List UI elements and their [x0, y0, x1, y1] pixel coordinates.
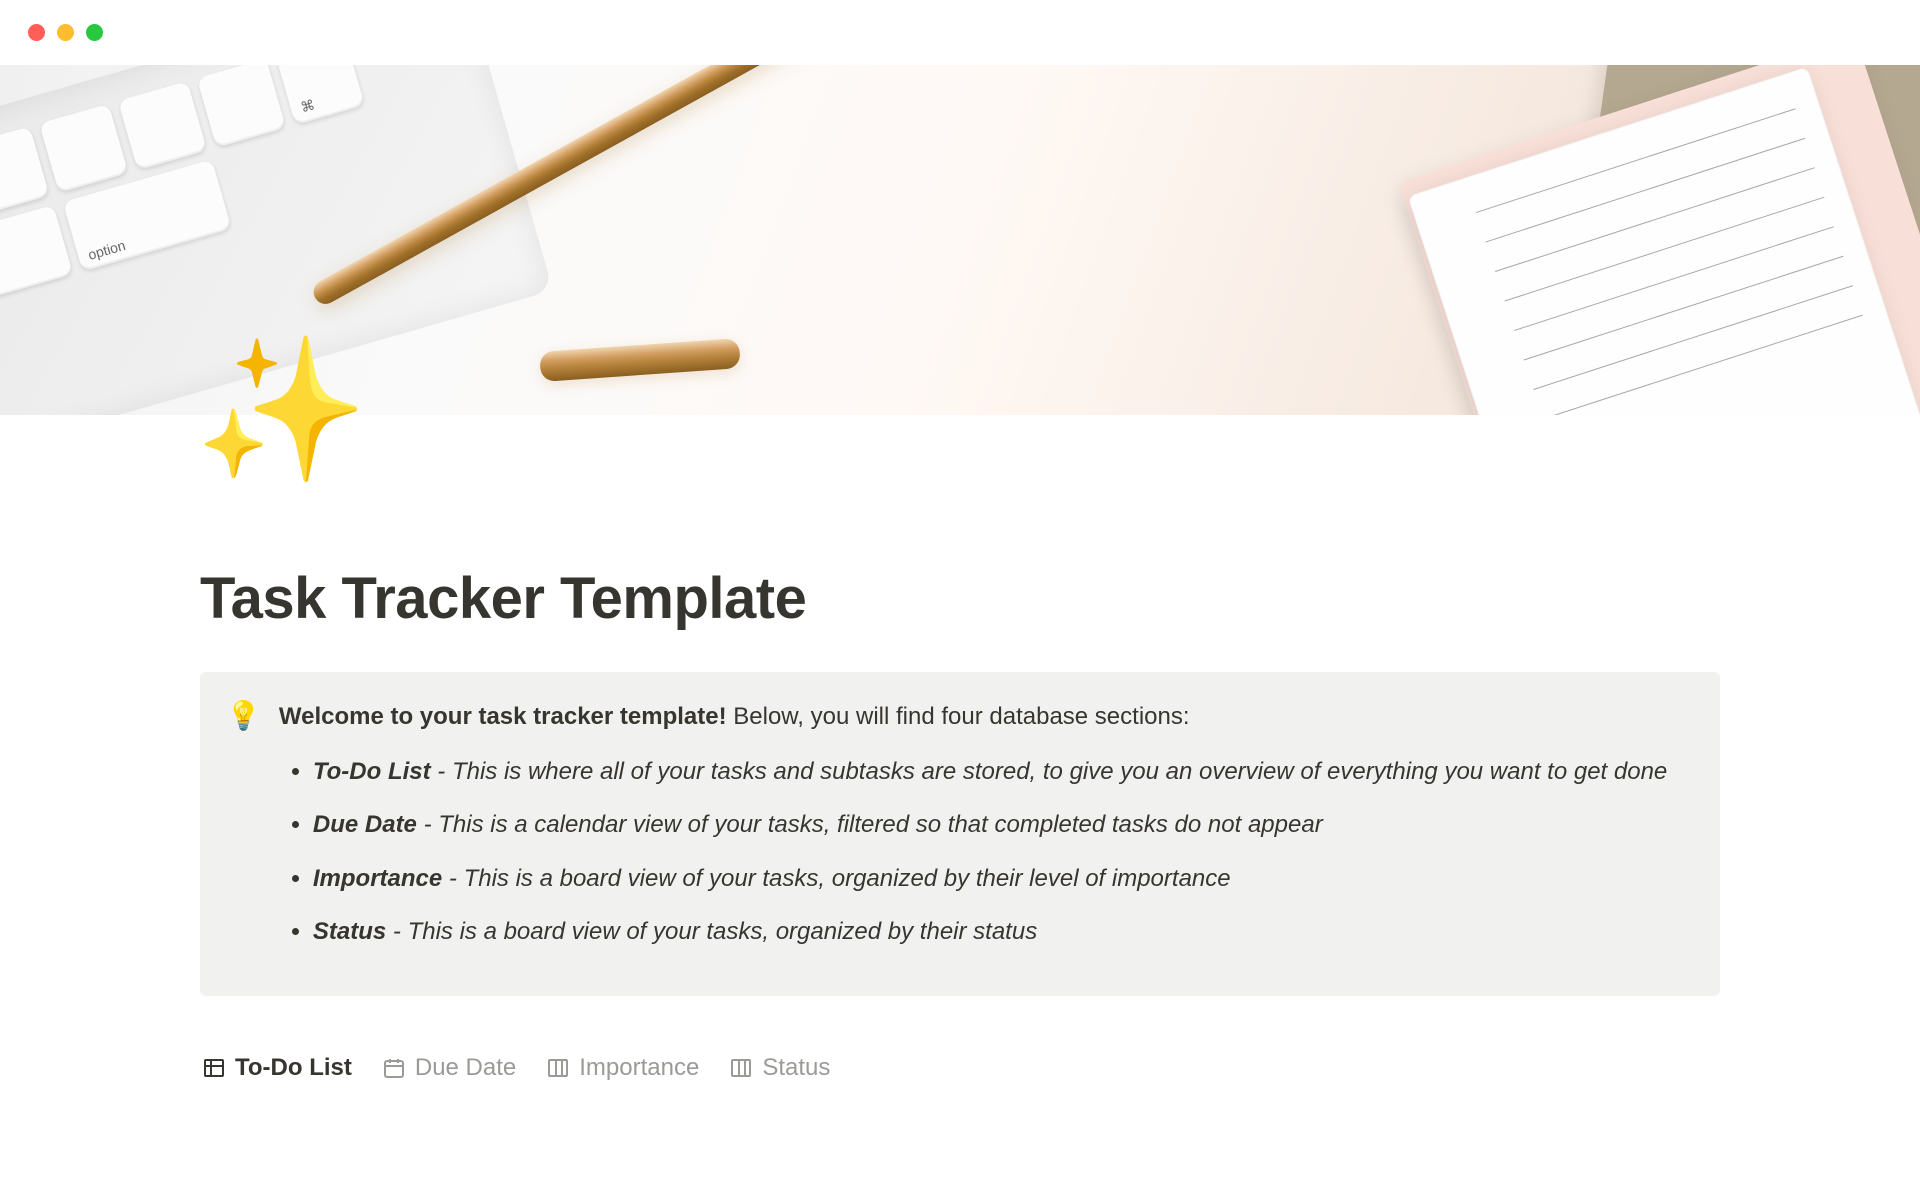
close-window-button[interactable] [28, 24, 45, 41]
welcome-callout: 💡 Welcome to your task tracker template!… [200, 672, 1720, 996]
tab-label: Status [762, 1054, 830, 1082]
tab-status[interactable]: Status [729, 1054, 830, 1090]
tab-label: Importance [579, 1054, 699, 1082]
page-title[interactable]: Task Tracker Template [200, 565, 1720, 632]
tab-label: To-Do List [235, 1054, 352, 1082]
calendar-icon [382, 1056, 406, 1080]
callout-item-desc: - This is a board view of your tasks, or… [442, 865, 1230, 892]
tab-due-date[interactable]: Due Date [382, 1054, 516, 1090]
callout-item-desc: - This is a board view of your tasks, or… [386, 918, 1037, 945]
minimize-window-button[interactable] [57, 24, 74, 41]
board-icon [729, 1056, 753, 1080]
callout-item-label: Importance [313, 865, 442, 892]
page-icon-sparkles[interactable]: ✨ [194, 340, 368, 480]
window-traffic-lights [0, 0, 1920, 65]
callout-item: Importance - This is a board view of you… [313, 860, 1686, 897]
callout-body: Welcome to your task tracker template! B… [279, 698, 1686, 966]
callout-item-label: Status [313, 918, 386, 945]
maximize-window-button[interactable] [86, 24, 103, 41]
tab-label: Due Date [415, 1054, 516, 1082]
callout-item: Status - This is a board view of your ta… [313, 913, 1686, 950]
lightbulb-icon: 💡 [226, 698, 261, 966]
callout-item-label: Due Date [313, 811, 417, 838]
callout-item-desc: - This is a calendar view of your tasks,… [417, 811, 1323, 838]
tab-to-do-list[interactable]: To-Do List [202, 1054, 352, 1090]
callout-item: Due Date - This is a calendar view of yo… [313, 806, 1686, 843]
tab-importance[interactable]: Importance [546, 1054, 699, 1090]
board-icon [546, 1056, 570, 1080]
database-view-tabs: To-Do List Due Date Importa [200, 1054, 1720, 1090]
callout-item-label: To-Do List [313, 758, 431, 785]
callout-item: To-Do List - This is where all of your t… [313, 753, 1686, 790]
callout-lead-strong: Welcome to your task tracker template! [279, 703, 727, 730]
table-icon [202, 1056, 226, 1080]
callout-item-desc: - This is where all of your tasks and su… [431, 758, 1668, 785]
cover-pen-cap-graphic [539, 338, 741, 382]
callout-lead-rest: Below, you will find four database secti… [727, 703, 1190, 730]
